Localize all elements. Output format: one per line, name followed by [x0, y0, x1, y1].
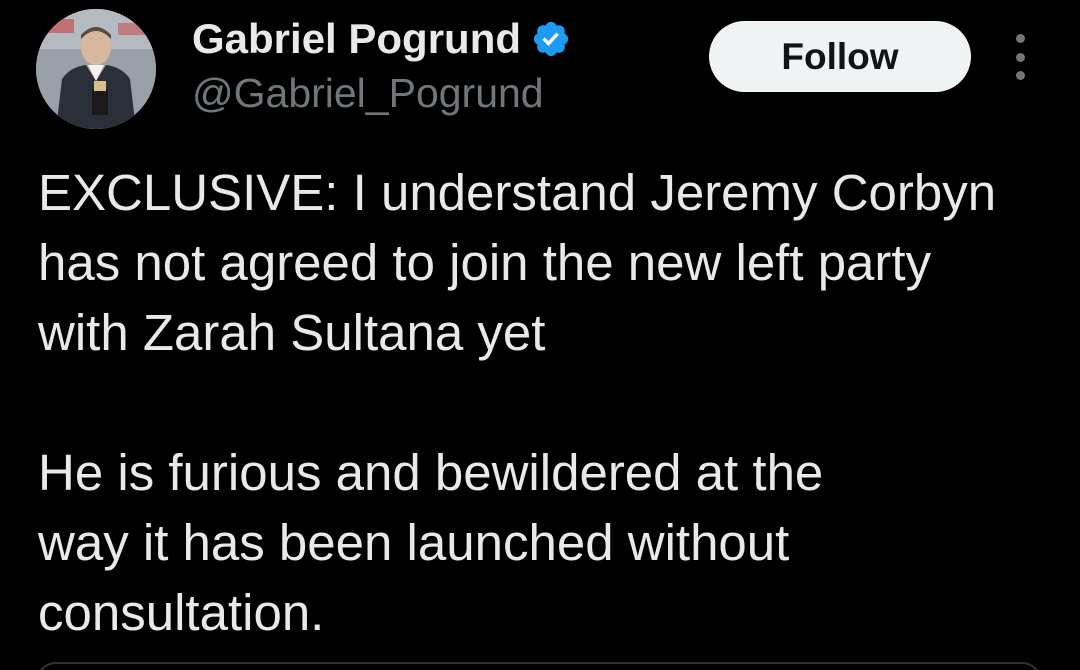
avatar[interactable]	[36, 9, 156, 129]
user-handle[interactable]: @Gabriel_Pogrund	[192, 68, 571, 118]
more-dot	[1015, 52, 1025, 62]
embedded-card-edge[interactable]	[36, 662, 1042, 670]
tweet-line: consultation.	[38, 584, 325, 641]
follow-button[interactable]: Follow	[709, 21, 971, 92]
tweet-line: with Zarah Sultana yet	[38, 304, 546, 361]
name-row: Gabriel Pogrund	[192, 14, 571, 64]
more-vertical-icon[interactable]	[1004, 34, 1036, 80]
tweet-line: has not agreed to join the new left part…	[38, 234, 932, 291]
more-dot	[1015, 34, 1025, 43]
tweet-text: EXCLUSIVE: I understand Jeremy Corbyn ha…	[38, 158, 1068, 648]
verified-badge-icon[interactable]	[531, 19, 571, 59]
profile-photo-icon	[36, 9, 156, 129]
display-name[interactable]: Gabriel Pogrund	[192, 14, 521, 64]
author-info: Gabriel Pogrund @Gabriel_Pogrund	[192, 14, 571, 118]
tweet-card: Gabriel Pogrund @Gabriel_Pogrund Follow …	[0, 0, 1080, 670]
tweet-line: way it has been launched without	[38, 514, 790, 571]
tweet-line: He is furious and bewildered at the	[38, 444, 824, 501]
more-dot	[1015, 71, 1025, 80]
tweet-line: EXCLUSIVE: I understand Jeremy Corbyn	[38, 164, 997, 221]
